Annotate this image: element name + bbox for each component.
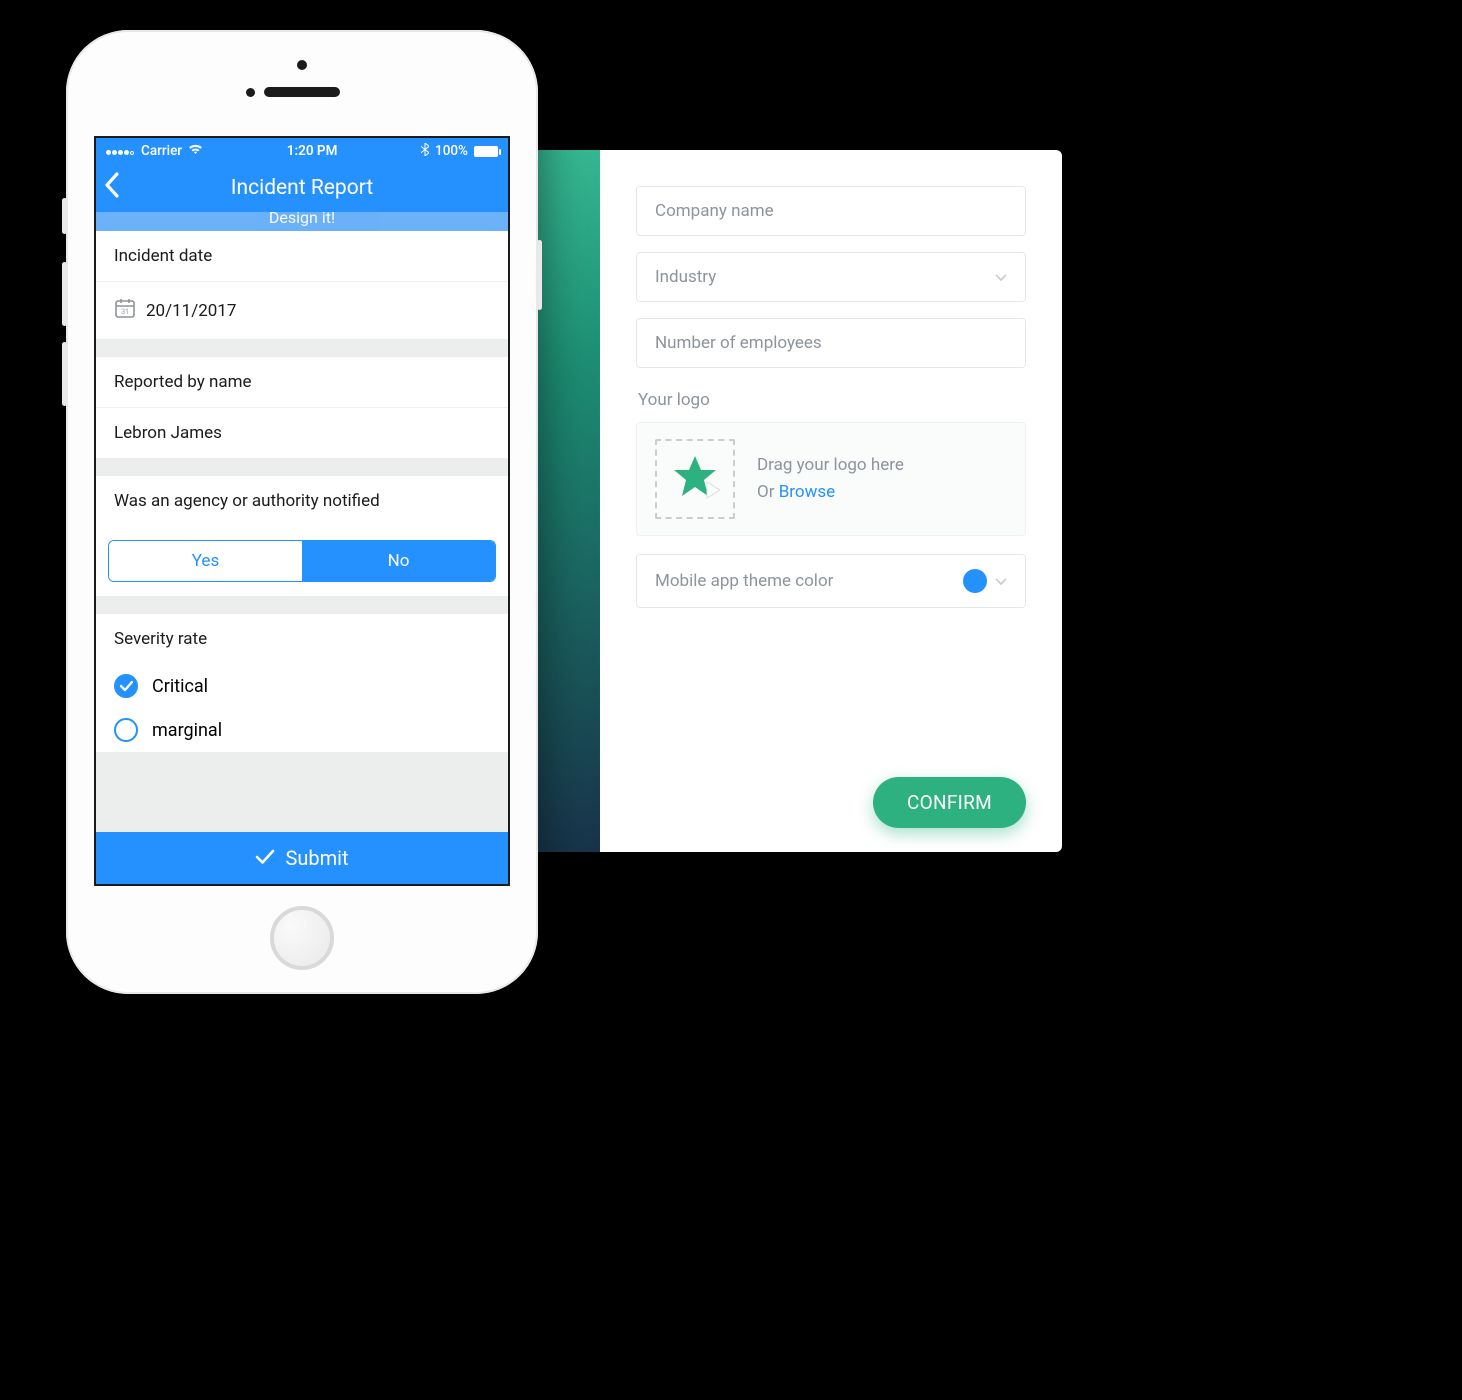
section-severity: Severity rate Critical marginal bbox=[96, 614, 508, 752]
back-button[interactable] bbox=[104, 172, 120, 204]
severity-option-marginal[interactable]: marginal bbox=[96, 708, 508, 752]
logo-label: Your logo bbox=[638, 390, 1026, 410]
drag-line: Drag your logo here bbox=[757, 452, 904, 479]
incident-date-field[interactable]: 31 20/11/2017 bbox=[96, 281, 508, 339]
severity-option-critical[interactable]: Critical bbox=[96, 664, 508, 708]
volume-down-button bbox=[62, 342, 67, 406]
or-text: Or bbox=[757, 482, 774, 502]
front-camera bbox=[246, 88, 255, 97]
theme-color-select[interactable]: Mobile app theme color bbox=[636, 554, 1026, 608]
check-icon bbox=[255, 846, 275, 870]
proximity-sensor bbox=[297, 60, 307, 70]
section-notified: Was an agency or authority notified Yes … bbox=[96, 476, 508, 596]
severity-marginal-label: marginal bbox=[152, 720, 222, 741]
page-title: Incident Report bbox=[231, 176, 373, 200]
chevron-down-icon bbox=[995, 267, 1007, 287]
browse-link[interactable]: Browse bbox=[779, 482, 835, 502]
company-name-placeholder: Company name bbox=[655, 201, 1007, 221]
industry-select[interactable]: Industry bbox=[636, 252, 1026, 302]
svg-text:31: 31 bbox=[121, 308, 129, 316]
color-swatch bbox=[963, 569, 987, 593]
reported-by-value: Lebron James bbox=[114, 423, 222, 443]
settings-form: Company name Industry Number of employee… bbox=[600, 150, 1062, 852]
company-name-input[interactable]: Company name bbox=[636, 186, 1026, 236]
reported-by-field[interactable]: Lebron James bbox=[96, 407, 508, 458]
employees-input[interactable]: Number of employees bbox=[636, 318, 1026, 368]
chevron-down-icon bbox=[995, 571, 1007, 591]
logo-dropzone[interactable]: Drag your logo here Or Browse bbox=[636, 422, 1026, 536]
section-incident-date: Incident date 31 20/11/2017 bbox=[96, 231, 508, 339]
battery-icon bbox=[474, 146, 498, 157]
severity-label: Severity rate bbox=[96, 614, 508, 664]
phone-mockup: Carrier 1:20 PM 100% Incident Report Des… bbox=[66, 30, 538, 994]
radio-selected-icon bbox=[114, 674, 138, 698]
nav-header: Incident Report bbox=[96, 164, 508, 212]
severity-critical-label: Critical bbox=[152, 676, 208, 697]
calendar-icon: 31 bbox=[114, 297, 136, 324]
industry-placeholder: Industry bbox=[655, 267, 987, 287]
incident-date-value: 20/11/2017 bbox=[146, 301, 236, 321]
submit-label: Submit bbox=[285, 846, 348, 870]
notified-segmented: Yes No bbox=[96, 526, 508, 596]
segment-no[interactable]: No bbox=[302, 541, 495, 581]
notified-label: Was an agency or authority notified bbox=[96, 476, 508, 526]
segment-yes[interactable]: Yes bbox=[109, 541, 302, 581]
speaker-grille bbox=[264, 87, 340, 97]
carrier-text: Carrier bbox=[141, 143, 182, 159]
bluetooth-icon bbox=[421, 143, 429, 160]
employees-placeholder: Number of employees bbox=[655, 333, 1007, 353]
form-body: Incident date 31 20/11/2017 Reported by … bbox=[96, 231, 508, 832]
submit-button[interactable]: Submit bbox=[96, 832, 508, 884]
drop-target bbox=[655, 439, 735, 519]
incident-date-label: Incident date bbox=[96, 231, 508, 281]
wifi-icon bbox=[188, 143, 203, 159]
section-reported-by: Reported by name Lebron James bbox=[96, 357, 508, 458]
volume-up-button bbox=[62, 262, 67, 326]
confirm-button[interactable]: CONFIRM bbox=[873, 777, 1026, 828]
status-bar: Carrier 1:20 PM 100% bbox=[96, 138, 508, 164]
reported-by-label: Reported by name bbox=[96, 357, 508, 407]
settings-card: Company name Industry Number of employee… bbox=[460, 150, 1062, 852]
home-button[interactable] bbox=[270, 906, 334, 970]
star-icon bbox=[670, 452, 720, 506]
statusbar-time: 1:20 PM bbox=[287, 143, 338, 159]
drag-instructions: Drag your logo here Or Browse bbox=[757, 452, 904, 506]
page-subtitle: Design it! bbox=[96, 208, 508, 231]
screen: Carrier 1:20 PM 100% Incident Report Des… bbox=[94, 136, 510, 886]
power-button bbox=[537, 240, 542, 310]
signal-dots-icon bbox=[106, 143, 135, 159]
mute-switch bbox=[62, 198, 67, 234]
battery-percent: 100% bbox=[435, 143, 468, 159]
theme-color-label: Mobile app theme color bbox=[655, 571, 963, 591]
radio-unselected-icon bbox=[114, 718, 138, 742]
